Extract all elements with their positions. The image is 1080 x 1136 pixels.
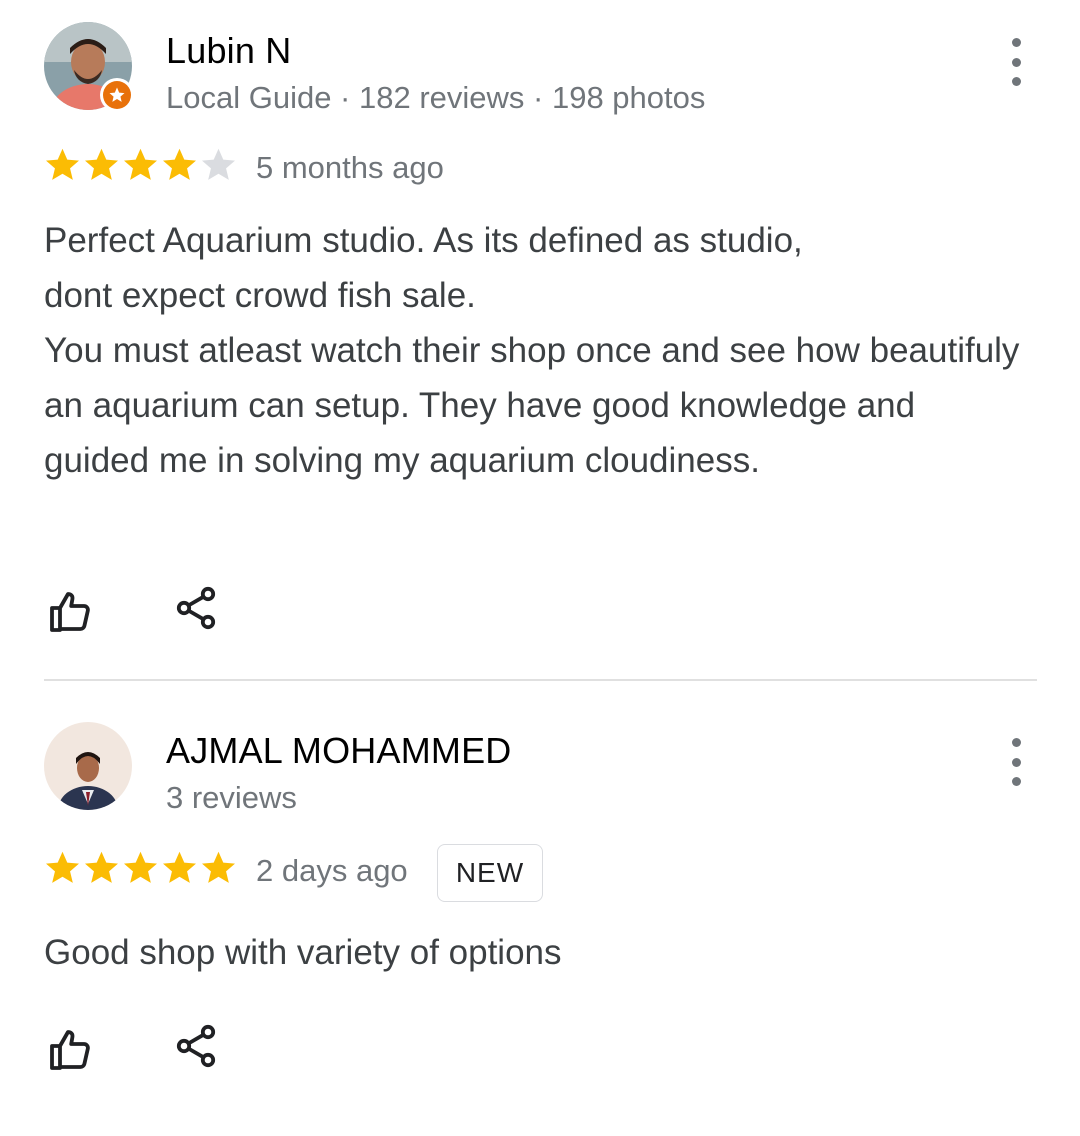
star-filled-icon — [46, 148, 79, 180]
avatar[interactable] — [44, 22, 134, 112]
star-empty-icon — [202, 148, 235, 180]
avatar[interactable] — [44, 722, 132, 810]
more-dot — [1011, 777, 1021, 786]
review-time: 5 months ago — [256, 150, 444, 185]
star-filled-icon — [46, 851, 79, 883]
local-guide-badge — [100, 78, 134, 112]
star-filled-icon — [163, 851, 196, 883]
reviewer-meta: Local Guide · 182 reviews · 198 photos — [166, 80, 706, 115]
divider — [44, 679, 1037, 681]
star-filled-icon — [124, 148, 157, 180]
star-filled-icon — [85, 851, 118, 883]
review-text: Good shop with variety of options — [44, 933, 562, 972]
star-rating — [44, 146, 237, 183]
more-dot — [1011, 77, 1021, 86]
reviewer-name[interactable]: Lubin N — [166, 30, 291, 72]
more-dot — [1011, 757, 1021, 767]
star-rating — [44, 849, 237, 886]
star-filled-icon — [124, 851, 157, 883]
like-button[interactable] — [40, 582, 100, 642]
more-dot — [1011, 738, 1021, 747]
share-icon — [176, 586, 216, 630]
review-text: Perfect Aquarium studio. As its defined … — [44, 221, 1020, 480]
star-icon — [109, 87, 125, 102]
like-button[interactable] — [40, 1020, 100, 1080]
reviewer-meta: 3 reviews — [166, 780, 297, 815]
avatar-photo — [44, 722, 132, 810]
more-dot — [1011, 57, 1021, 67]
thumbs-up-icon — [50, 1030, 90, 1070]
new-badge: NEW — [437, 844, 543, 902]
review-time: 2 days ago — [256, 853, 408, 888]
share-icon — [176, 1024, 216, 1068]
share-button[interactable] — [166, 578, 226, 638]
reviewer-name[interactable]: AJMAL MOHAMMED — [166, 730, 512, 772]
more-options-button[interactable] — [996, 738, 1036, 786]
star-filled-icon — [85, 148, 118, 180]
star-filled-icon — [163, 148, 196, 180]
more-dot — [1011, 38, 1021, 47]
star-filled-icon — [202, 851, 235, 883]
more-options-button[interactable] — [996, 38, 1036, 86]
share-button[interactable] — [166, 1016, 226, 1076]
thumbs-up-icon — [50, 592, 90, 632]
